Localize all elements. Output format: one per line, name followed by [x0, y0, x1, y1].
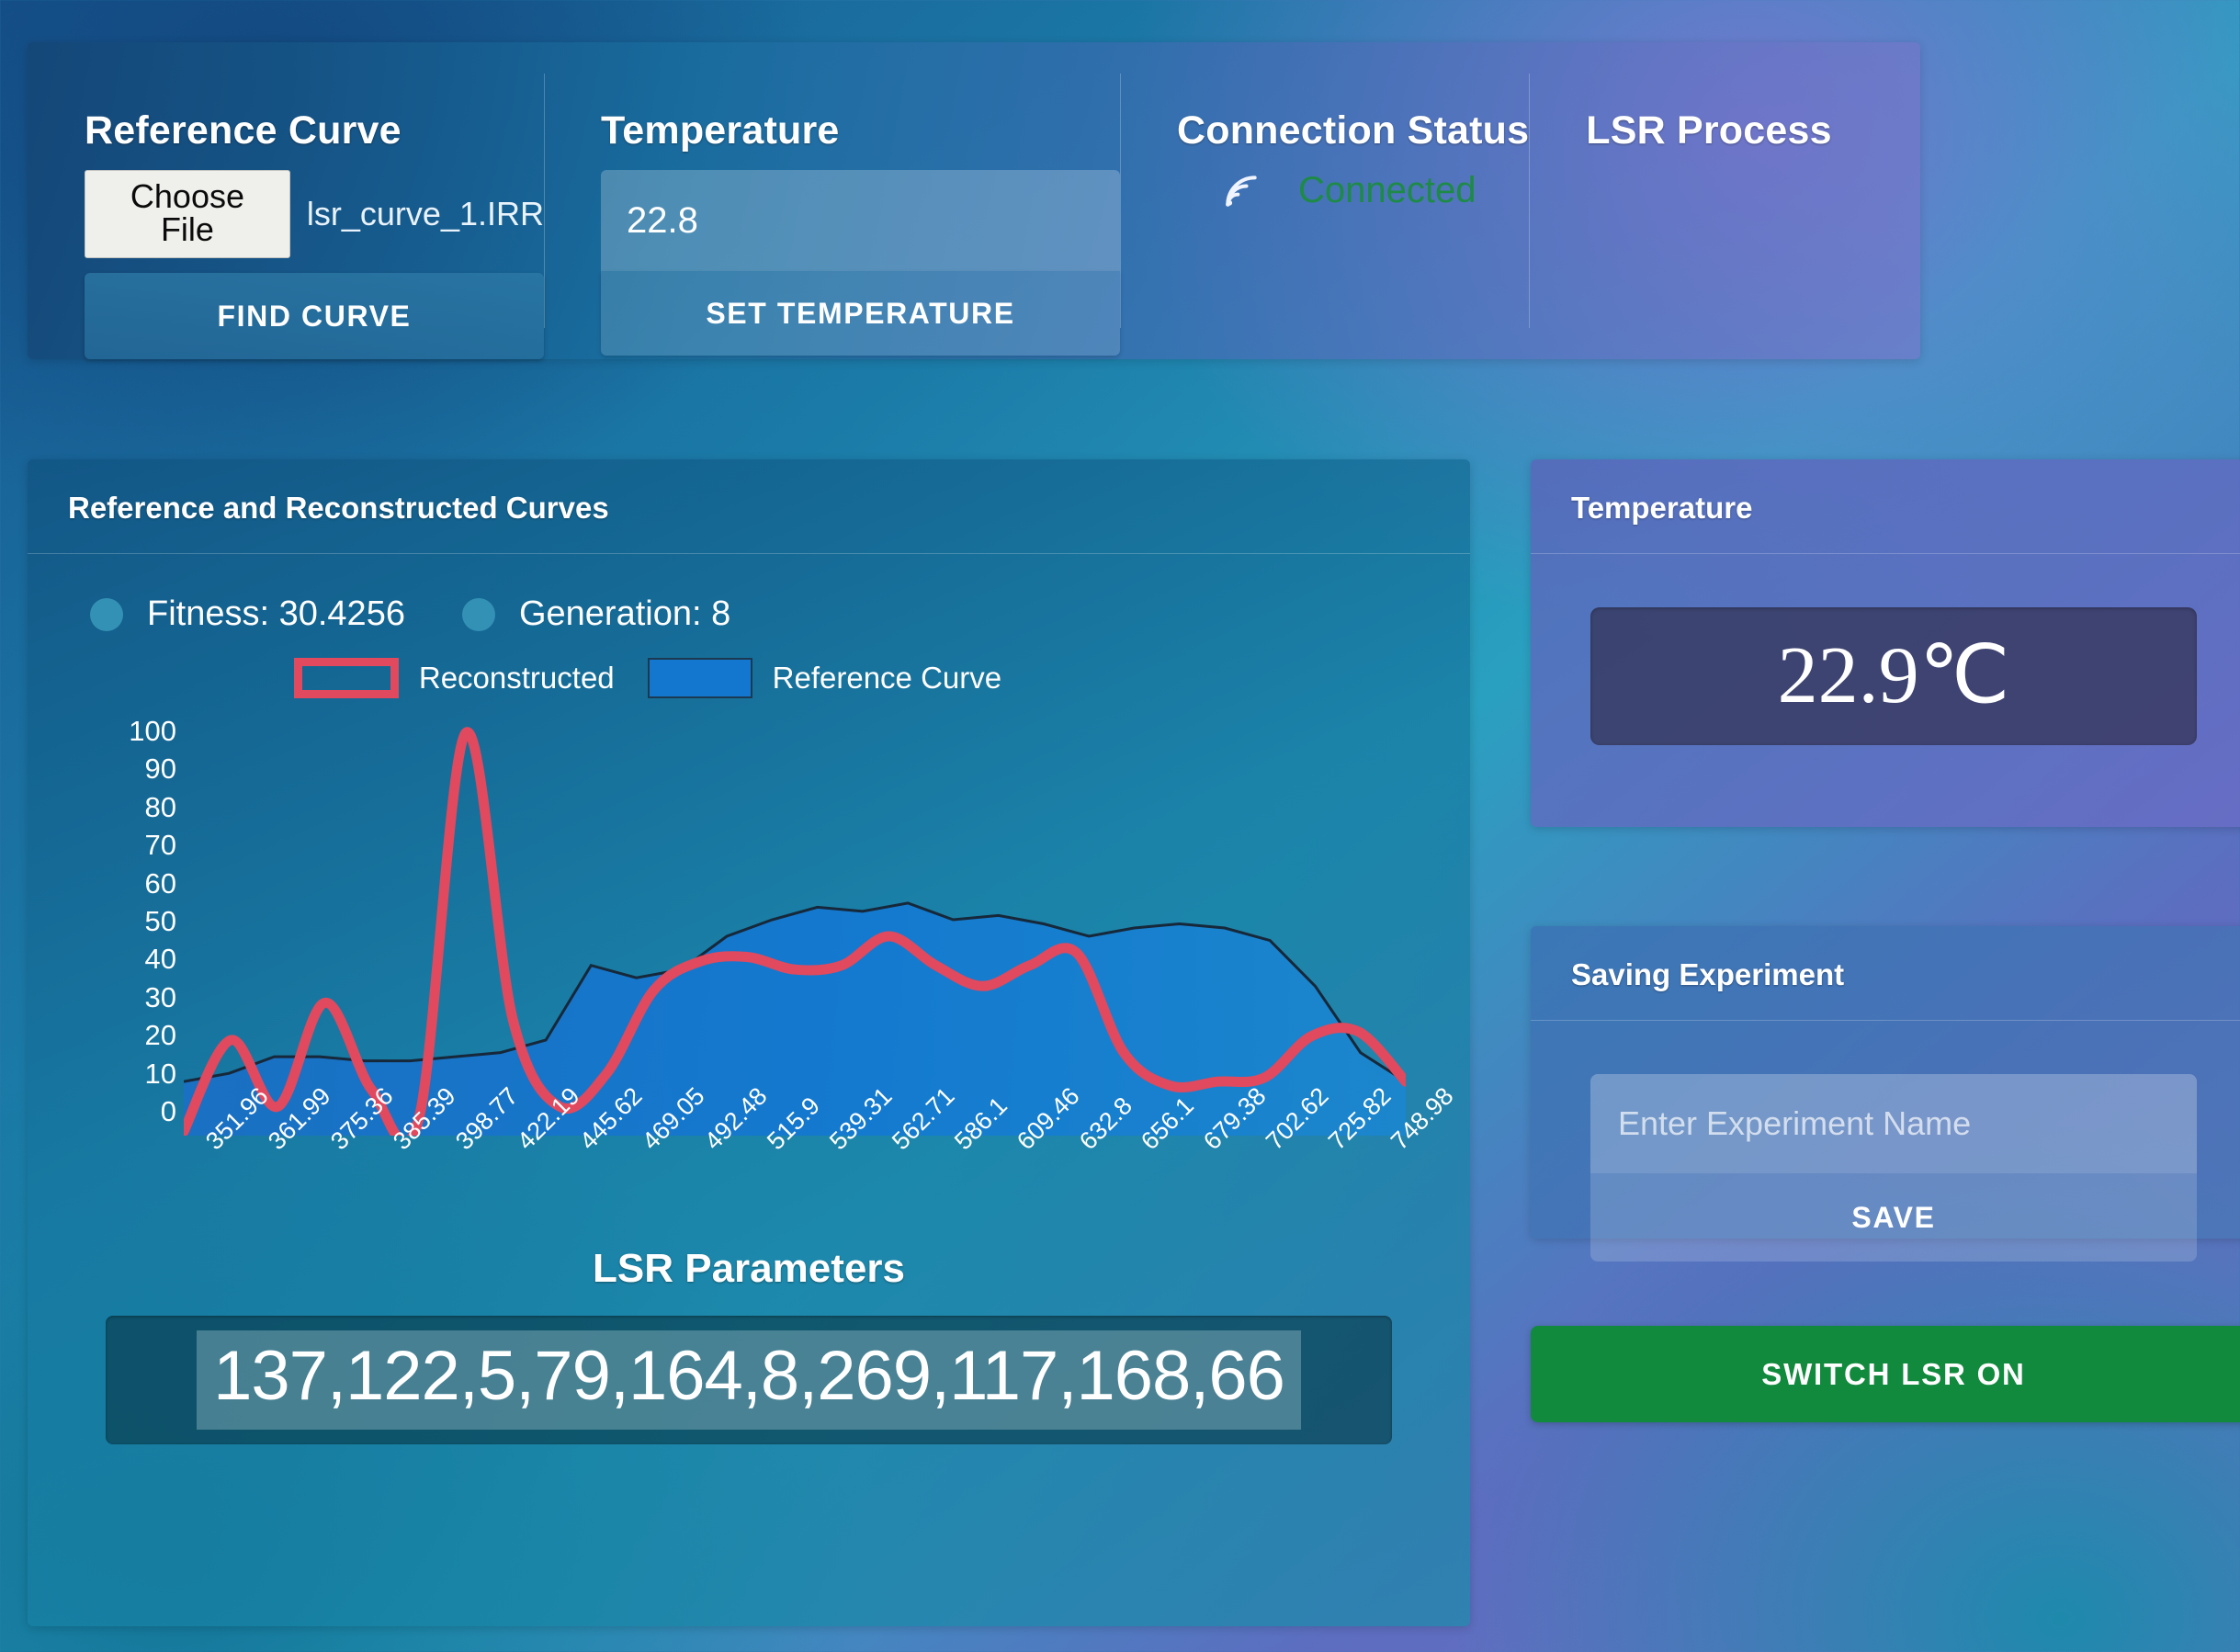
y-tick-label: 80 — [145, 791, 176, 824]
legend-swatch-reference-curve — [648, 658, 752, 698]
plot-area: 1009080706050403020100 351.96361.99375.3… — [28, 704, 1470, 1218]
app-frame: Reference Curve Choose File lsr_curve_1.… — [17, 17, 2225, 1639]
switch-lsr-on-button[interactable]: SWITCH LSR ON — [1531, 1326, 2240, 1422]
chart-panel-title: Reference and Reconstructed Curves — [28, 459, 1470, 554]
y-tick-label: 40 — [145, 943, 176, 976]
chart-stats-row: Fitness: 30.4256 Generation: 8 — [28, 554, 1470, 634]
lsr-parameters-value: 137,122,5,79,164,8,269,117,168,66 — [197, 1330, 1301, 1430]
y-tick-label: 60 — [145, 867, 176, 900]
y-tick-label: 50 — [145, 905, 176, 938]
legend-label-reference-curve: Reference Curve — [773, 661, 1001, 696]
y-tick-label: 70 — [145, 829, 176, 862]
temperature-title: Temperature — [601, 108, 1120, 153]
generation-dot-icon — [462, 598, 495, 631]
temperature-section: Temperature SET TEMPERATURE — [544, 42, 1120, 359]
y-axis-tick-labels: 1009080706050403020100 — [112, 715, 176, 1128]
experiment-name-input[interactable] — [1590, 1074, 2197, 1173]
set-temperature-button[interactable]: SET TEMPERATURE — [601, 271, 1120, 356]
temperature-reading: 22.9℃ — [1778, 636, 2010, 717]
y-tick-label: 30 — [145, 981, 176, 1014]
lsr-process-title: LSR Process — [1586, 108, 1920, 153]
connection-status-text: Connected — [1298, 170, 1476, 211]
temperature-input[interactable] — [601, 170, 1120, 271]
y-tick-label: 0 — [161, 1095, 176, 1128]
find-curve-button[interactable]: FIND CURVE — [85, 273, 544, 359]
fitness-dot-icon — [90, 598, 123, 631]
top-toolbar: Reference Curve Choose File lsr_curve_1.… — [28, 42, 1920, 359]
connection-status-section: Connection Status Connected — [1120, 42, 1529, 359]
chart-panel: Reference and Reconstructed Curves Fitne… — [28, 459, 1470, 1626]
generation-label: Generation: 8 — [519, 594, 730, 634]
temperature-display: 22.9℃ — [1590, 607, 2197, 745]
legend-swatch-reconstructed — [294, 658, 399, 698]
connection-status-row: Connected — [1177, 170, 1529, 211]
legend-label-reconstructed: Reconstructed — [419, 661, 615, 696]
legend-item-reference-curve[interactable]: Reference Curve — [648, 658, 1001, 698]
lsr-process-section: LSR Process — [1529, 42, 1920, 359]
temperature-readout-panel: Temperature 22.9℃ — [1531, 459, 2240, 827]
y-tick-label: 90 — [145, 752, 176, 786]
file-chooser-row: Choose File lsr_curve_1.IRR — [85, 170, 544, 258]
chart-legend: Reconstructed Reference Curve — [28, 658, 1470, 698]
generation-stat: Generation: 8 — [462, 594, 730, 634]
x-axis-tick-labels: 351.96361.99375.36385.39398.77422.19445.… — [184, 1136, 1424, 1301]
curves-svg — [184, 720, 1406, 1136]
choose-file-button[interactable]: Choose File — [85, 170, 290, 258]
fitness-label: Fitness: 30.4256 — [147, 594, 405, 634]
legend-item-reconstructed[interactable]: Reconstructed — [294, 658, 615, 698]
fitness-stat: Fitness: 30.4256 — [90, 594, 405, 634]
temperature-readout-title: Temperature — [1531, 459, 2240, 554]
y-tick-label: 100 — [129, 715, 176, 748]
connection-status-title: Connection Status — [1177, 108, 1529, 153]
selected-file-name: lsr_curve_1.IRR — [307, 195, 544, 233]
reference-curve-section: Reference Curve Choose File lsr_curve_1.… — [28, 42, 544, 359]
lsr-parameters-box: 137,122,5,79,164,8,269,117,168,66 — [106, 1316, 1392, 1444]
saving-experiment-title: Saving Experiment — [1531, 926, 2240, 1021]
reference-curve-title: Reference Curve — [85, 108, 544, 153]
save-button[interactable]: SAVE — [1590, 1173, 2197, 1262]
saving-experiment-panel: Saving Experiment SAVE — [1531, 926, 2240, 1239]
y-tick-label: 10 — [145, 1058, 176, 1091]
wifi-signal-icon — [1221, 171, 1261, 211]
y-tick-label: 20 — [145, 1019, 176, 1052]
